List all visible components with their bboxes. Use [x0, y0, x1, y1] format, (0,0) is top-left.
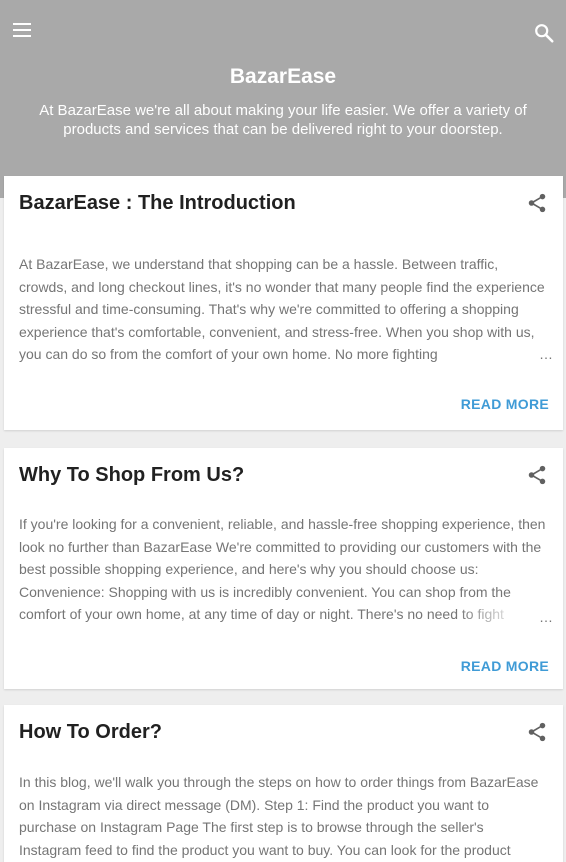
- post-title[interactable]: BazarEase : The Introduction: [19, 191, 499, 216]
- post-card: BazarEase : The Introduction At BazarEas…: [4, 176, 563, 430]
- post-card: Why To Shop From Us? If you're looking f…: [4, 448, 563, 689]
- snippet-ellipsis: …: [539, 346, 553, 362]
- share-icon[interactable]: [526, 464, 548, 486]
- snippet-fade: [457, 606, 547, 628]
- snippet-fade: [457, 343, 547, 365]
- post-title[interactable]: How To Order?: [19, 720, 499, 745]
- post-title[interactable]: Why To Shop From Us?: [19, 463, 499, 488]
- share-icon[interactable]: [526, 721, 548, 743]
- post-card: How To Order? In this blog, we'll walk y…: [4, 705, 563, 862]
- post-snippet: In this blog, we'll walk you through the…: [19, 774, 539, 858]
- snippet-ellipsis: …: [539, 609, 553, 625]
- share-icon[interactable]: [526, 192, 548, 214]
- hamburger-menu-icon[interactable]: [13, 23, 31, 37]
- read-more-link[interactable]: READ MORE: [461, 396, 549, 412]
- read-more-link[interactable]: READ MORE: [461, 658, 549, 674]
- blog-header: BazarEase At BazarEase we're all about m…: [0, 0, 566, 198]
- blog-page: BazarEase At BazarEase we're all about m…: [0, 0, 566, 862]
- site-description: At BazarEase we're all about making your…: [39, 102, 527, 138]
- site-title[interactable]: BazarEase: [0, 64, 566, 90]
- search-icon[interactable]: [533, 22, 555, 44]
